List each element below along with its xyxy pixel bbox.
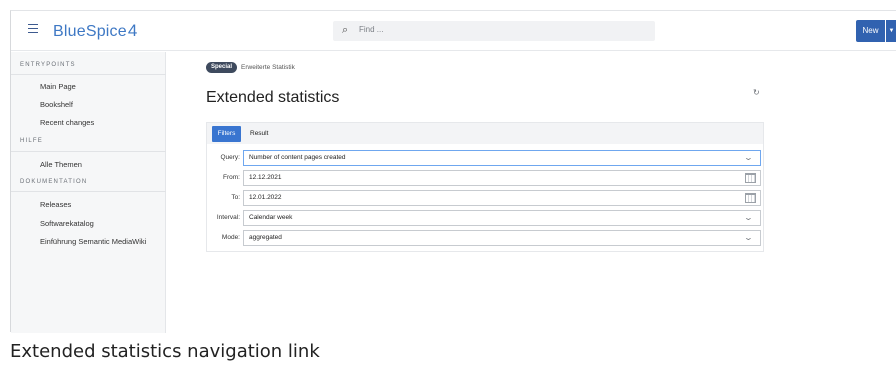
interval-select[interactable]: Calendar week ⌄ [243, 210, 761, 226]
sidebar-item-releases[interactable]: Releases [40, 200, 71, 209]
chevron-down-icon: ⌄ [743, 213, 754, 222]
sidebar-item-einfuehrung-smw[interactable]: Einführung Semantic MediaWiki [40, 237, 146, 246]
search-icon: ⌕ [342, 24, 349, 36]
interval-label: Interval: [216, 214, 240, 221]
to-date-input[interactable]: 12.01.2022 [243, 190, 761, 206]
app-window: BlueSpice4 ⌕ Find ... New ▼ ENTRYPOINTS … [10, 10, 896, 333]
sidebar-item-recent-changes[interactable]: Recent changes [40, 118, 94, 127]
statistics-form-panel: Filters Result Query: Number of content … [206, 122, 764, 252]
sidebar-section-dokumentation: DOKUMENTATION [20, 179, 88, 185]
refresh-icon[interactable]: ↻ [753, 88, 760, 97]
logo-text: BlueSpice [53, 23, 127, 40]
from-label: From: [223, 174, 240, 181]
menu-icon[interactable] [28, 24, 38, 33]
search-placeholder: Find ... [359, 25, 384, 34]
new-dropdown-chevron-icon[interactable]: ▼ [886, 20, 896, 42]
page-title: Extended statistics [206, 89, 340, 106]
calendar-icon[interactable] [745, 193, 756, 203]
from-value: 12.12.2021 [249, 174, 282, 181]
mode-label: Mode: [221, 234, 240, 241]
to-label: To: [231, 194, 240, 201]
sidebar-item-softwarekatalog[interactable]: Softwarekatalog [40, 219, 94, 228]
new-button[interactable]: New [856, 20, 885, 42]
sidebar-section-hilfe: HILFE [20, 138, 44, 144]
sidebar-divider [11, 74, 166, 75]
mode-select[interactable]: aggregated ⌄ [243, 230, 761, 246]
tab-filters[interactable]: Filters [212, 126, 241, 142]
mode-value: aggregated [249, 234, 282, 241]
to-value: 12.01.2022 [249, 194, 282, 201]
breadcrumb: Erweiterte Statistik [241, 64, 295, 71]
sidebar: ENTRYPOINTS Main Page Bookshelf Recent c… [11, 52, 166, 333]
sidebar-item-alle-themen[interactable]: Alle Themen [40, 160, 82, 169]
sidebar-divider [11, 151, 166, 152]
tab-result[interactable]: Result [250, 126, 268, 142]
query-label: Query: [220, 154, 240, 161]
chevron-down-icon: ⌄ [743, 233, 754, 242]
sidebar-section-entrypoints: ENTRYPOINTS [20, 62, 76, 68]
bluespice-logo[interactable]: BlueSpice4 [53, 21, 138, 41]
mode-row: Mode: aggregated ⌄ [207, 230, 763, 246]
tab-bar: Filters Result [207, 123, 763, 144]
query-row: Query: Number of content pages created ⌄ [207, 150, 763, 166]
from-date-input[interactable]: 12.12.2021 [243, 170, 761, 186]
calendar-icon[interactable] [745, 173, 756, 183]
query-value: Number of content pages created [249, 154, 346, 161]
chevron-down-icon: ⌄ [743, 153, 754, 162]
figure-caption: Extended statistics navigation link [10, 341, 320, 362]
from-row: From: 12.12.2021 [207, 170, 763, 186]
sidebar-item-main-page[interactable]: Main Page [40, 82, 76, 91]
sidebar-divider [11, 191, 166, 192]
sidebar-item-bookshelf[interactable]: Bookshelf [40, 100, 73, 109]
interval-value: Calendar week [249, 214, 293, 221]
special-badge[interactable]: Special [206, 62, 238, 73]
top-header: BlueSpice4 ⌕ Find ... New ▼ [11, 11, 896, 51]
search-input[interactable]: ⌕ Find ... [333, 21, 655, 41]
logo-mark: 4 [127, 21, 138, 40]
query-select[interactable]: Number of content pages created ⌄ [243, 150, 761, 166]
to-row: To: 12.01.2022 [207, 190, 763, 206]
interval-row: Interval: Calendar week ⌄ [207, 210, 763, 226]
